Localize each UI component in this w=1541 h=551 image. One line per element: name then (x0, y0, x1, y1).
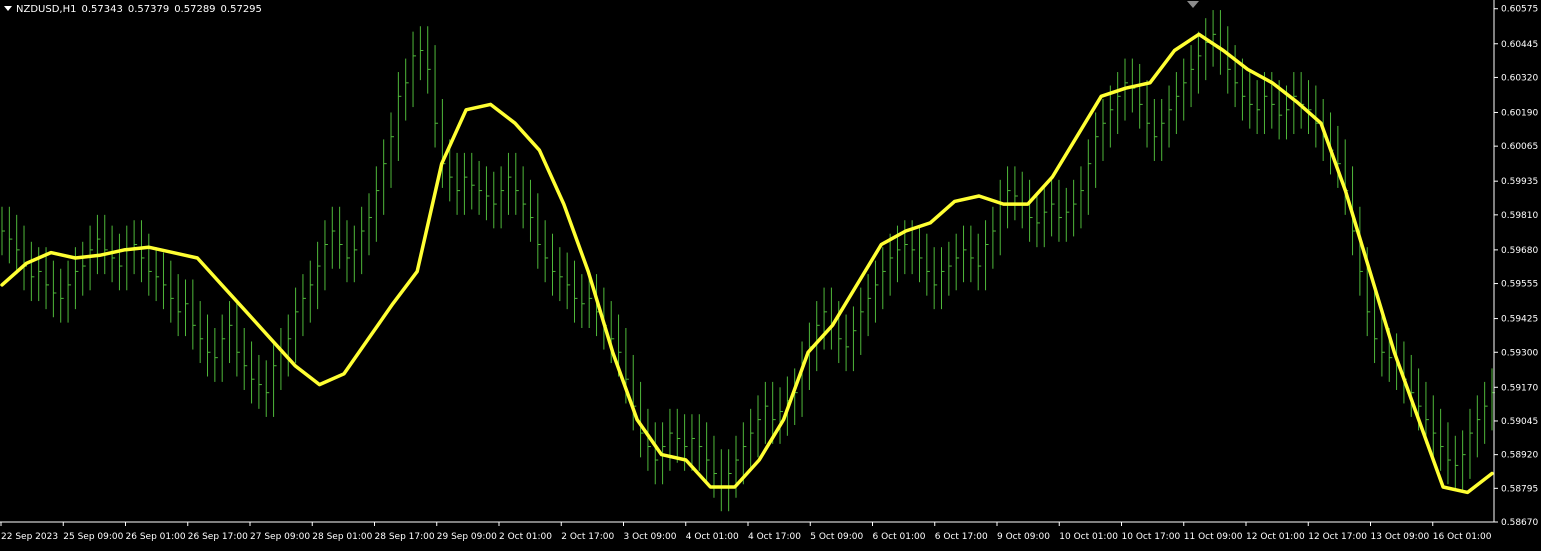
x-tick-label: 12 Oct 01:00 (1246, 532, 1305, 542)
y-tick-label: 0.60320 (1501, 73, 1538, 83)
x-tick-label: 5 Oct 09:00 (810, 532, 863, 542)
open-value: 0.57343 (81, 4, 123, 15)
x-tick-label: 2 Oct 01:00 (499, 532, 552, 542)
collapse-triangle-icon[interactable] (4, 6, 12, 11)
time-axis: 22 Sep 2023 25 Sep 09:00 26 Sep 01:00 26 Se… (0, 521, 1494, 542)
y-tick-label: 0.59425 (1501, 315, 1538, 325)
x-tick-label: 16 Oct 01:00 (1433, 532, 1492, 542)
x-tick-label: 3 Oct 09:00 (624, 532, 677, 542)
chart-header: NZDUSD,H1 0.57343 0.57379 0.57289 0.57295 (4, 3, 267, 17)
y-tick-label: 0.58670 (1501, 518, 1538, 528)
y-tick-label: 0.60065 (1501, 142, 1538, 152)
y-tick-label: 0.58795 (1501, 484, 1538, 494)
close-value: 0.57295 (220, 4, 262, 15)
x-tick-label: 22 Sep 2023 (1, 532, 58, 542)
y-tick-label: 0.59045 (1501, 417, 1538, 427)
y-tick-label: 0.59680 (1501, 246, 1538, 256)
x-tick-label: 26 Sep 17:00 (188, 532, 248, 542)
x-tick-label: 13 Oct 09:00 (1371, 532, 1430, 542)
x-tick-label: 4 Oct 01:00 (686, 532, 739, 542)
shift-marker-icon[interactable] (1187, 1, 1199, 8)
y-tick-label: 0.59170 (1501, 383, 1538, 393)
moving-average-line (0, 32, 1494, 495)
x-tick-label: 12 Oct 17:00 (1308, 532, 1367, 542)
y-tick-label: 0.59555 (1501, 280, 1538, 290)
chart[interactable]: NZDUSD,H1 0.57343 0.57379 0.57289 0.57295 0.… (0, 0, 1541, 547)
x-tick-label: 27 Sep 09:00 (250, 532, 310, 542)
price-bars (1, 10, 1495, 512)
x-tick-label: 10 Oct 01:00 (1059, 532, 1118, 542)
x-tick-label: 26 Sep 01:00 (126, 532, 186, 542)
x-tick-label: 25 Sep 09:00 (63, 532, 123, 542)
x-tick-label: 2 Oct 17:00 (561, 532, 614, 542)
x-tick-label: 4 Oct 17:00 (748, 532, 801, 542)
x-tick-label: 6 Oct 17:00 (935, 532, 988, 542)
x-tick-label: 29 Sep 09:00 (437, 532, 497, 542)
high-value: 0.57379 (127, 4, 170, 15)
x-tick-label: 10 Oct 17:00 (1122, 532, 1181, 542)
y-tick-label: 0.59300 (1501, 348, 1538, 358)
chart-svg: 0.60575 0.60445 0.60320 0.60190 0.60065 0.599… (0, 0, 1538, 542)
x-tick-label: 11 Oct 09:00 (1184, 532, 1243, 542)
y-tick-label: 0.59810 (1501, 211, 1538, 221)
x-tick-label: 6 Oct 01:00 (873, 532, 926, 542)
x-tick-label: 9 Oct 09:00 (997, 532, 1050, 542)
y-tick-label: 0.60190 (1501, 108, 1538, 118)
low-value: 0.57289 (174, 4, 216, 15)
x-tick-label: 28 Sep 01:00 (312, 532, 372, 542)
x-tick-label: 28 Sep 17:00 (375, 532, 435, 542)
price-axis: 0.60575 0.60445 0.60320 0.60190 0.60065 0.599… (1493, 0, 1538, 528)
y-tick-label: 0.60445 (1501, 40, 1538, 50)
symbol-label: NZDUSD,H1 (16, 4, 77, 15)
y-tick-label: 0.58920 (1501, 451, 1538, 461)
y-tick-label: 0.60575 (1501, 5, 1538, 15)
y-tick-label: 0.59935 (1501, 177, 1538, 187)
